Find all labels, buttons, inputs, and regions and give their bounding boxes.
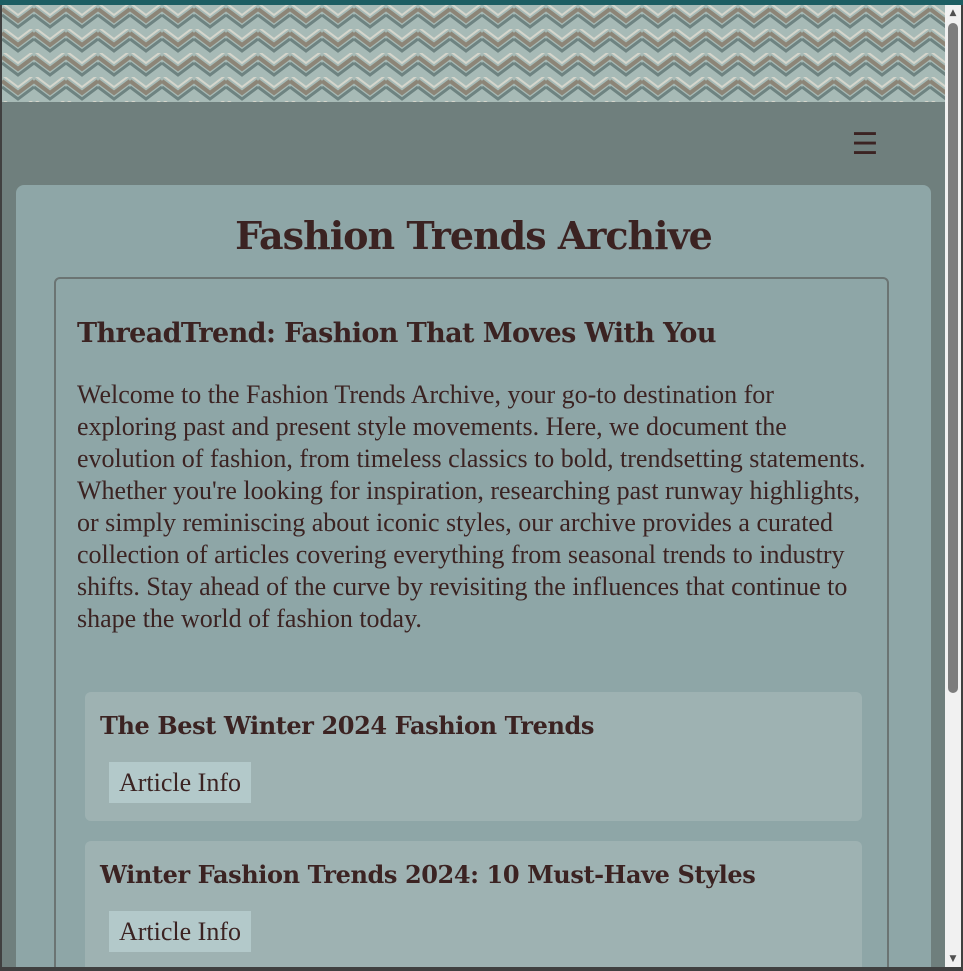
article-title: The Best Winter 2024 Fashion Trends [100,711,594,740]
vertical-scrollbar[interactable]: ▲ ▼ [945,5,961,967]
scroll-up-arrow-icon[interactable]: ▲ [945,5,961,21]
zigzag-pattern [2,5,945,102]
scroll-down-arrow-icon[interactable]: ▼ [945,951,961,967]
page-title: Fashion Trends Archive [235,213,713,258]
window-frame-left [0,5,2,971]
article-info-button[interactable]: Article Info [109,911,252,952]
window-frame-bottom [0,967,963,971]
intro-heading: ThreadTrend: Fashion That Moves With You [77,318,716,349]
intro-text: Welcome to the Fashion Trends Archive, y… [77,380,866,633]
article-card: The Best Winter 2024 Fashion Trends Arti… [85,692,862,821]
article-info-button[interactable]: Article Info [109,762,252,803]
article-card: Winter Fashion Trends 2024: 10 Must-Have… [85,841,862,971]
article-title: Winter Fashion Trends 2024: 10 Must-Have… [100,860,756,889]
scrollbar-thumb[interactable] [948,23,958,693]
header-bar [2,102,945,185]
hamburger-menu-icon[interactable]: ☰ [848,127,882,163]
